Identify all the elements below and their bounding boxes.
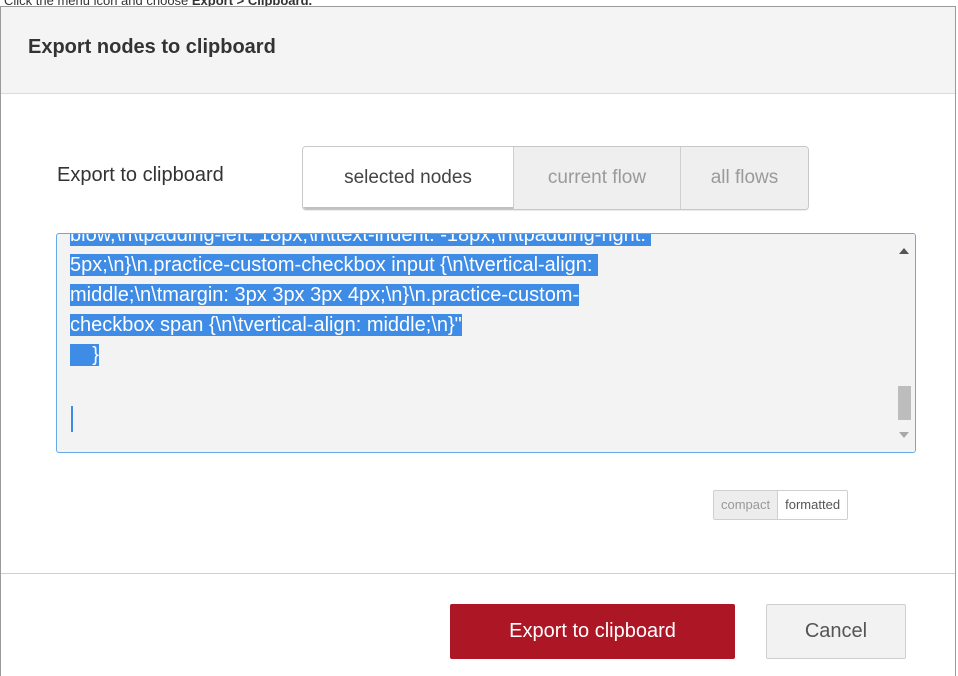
cancel-button[interactable]: Cancel bbox=[766, 604, 906, 659]
scroll-down-icon[interactable] bbox=[899, 432, 909, 438]
code-line: blow,\n\tpadding-left: 18px;\n\ttext-ind… bbox=[70, 234, 880, 250]
code-line-text: blow,\n\tpadding-left: 18px;\n\ttext-ind… bbox=[70, 234, 652, 246]
text-caret bbox=[71, 406, 73, 432]
export-scope-group: selected nodes current flow all flows bbox=[302, 146, 809, 210]
dialog-title: Export nodes to clipboard bbox=[28, 36, 276, 58]
vertical-scrollbar[interactable] bbox=[893, 234, 915, 452]
export-code-textarea[interactable]: blow,\n\tpadding-left: 18px;\n\ttext-ind… bbox=[56, 233, 916, 453]
dialog-header: Export nodes to clipboard bbox=[1, 7, 955, 94]
code-line: middle;\n\tmargin: 3px 3px 3px 4px;\n}\n… bbox=[70, 280, 880, 310]
page: Click the menu icon and choose Export > … bbox=[0, 0, 958, 676]
export-label: Export to clipboard bbox=[57, 164, 224, 186]
code-line-text: middle;\n\tmargin: 3px 3px 3px 4px;\n}\n… bbox=[70, 284, 580, 306]
code-line: 5px;\n}\n.practice-custom-checkbox input… bbox=[70, 250, 880, 280]
scroll-up-icon[interactable] bbox=[899, 248, 909, 254]
scroll-thumb[interactable] bbox=[898, 386, 911, 420]
export-to-clipboard-button[interactable]: Export to clipboard bbox=[450, 604, 735, 659]
all-flows-tab[interactable]: all flows bbox=[680, 147, 808, 209]
code-line: } bbox=[70, 340, 880, 370]
formatted-tab[interactable]: formatted bbox=[778, 491, 848, 519]
code-line-text: checkbox span {\n\tvertical-align: middl… bbox=[70, 314, 462, 336]
export-dialog: Export nodes to clipboard Export to clip… bbox=[0, 6, 956, 676]
code-line-text: 5px;\n}\n.practice-custom-checkbox input… bbox=[70, 254, 599, 276]
footer-divider bbox=[1, 573, 955, 574]
format-toggle-group: compact formatted bbox=[713, 490, 849, 520]
selected-nodes-tab[interactable]: selected nodes bbox=[303, 147, 513, 209]
compact-tab[interactable]: compact bbox=[714, 491, 779, 519]
current-flow-tab[interactable]: current flow bbox=[513, 147, 680, 209]
code-line-text: } bbox=[70, 344, 99, 366]
code-line: checkbox span {\n\tvertical-align: middl… bbox=[70, 310, 880, 340]
code-content: blow,\n\tpadding-left: 18px;\n\ttext-ind… bbox=[70, 234, 880, 370]
